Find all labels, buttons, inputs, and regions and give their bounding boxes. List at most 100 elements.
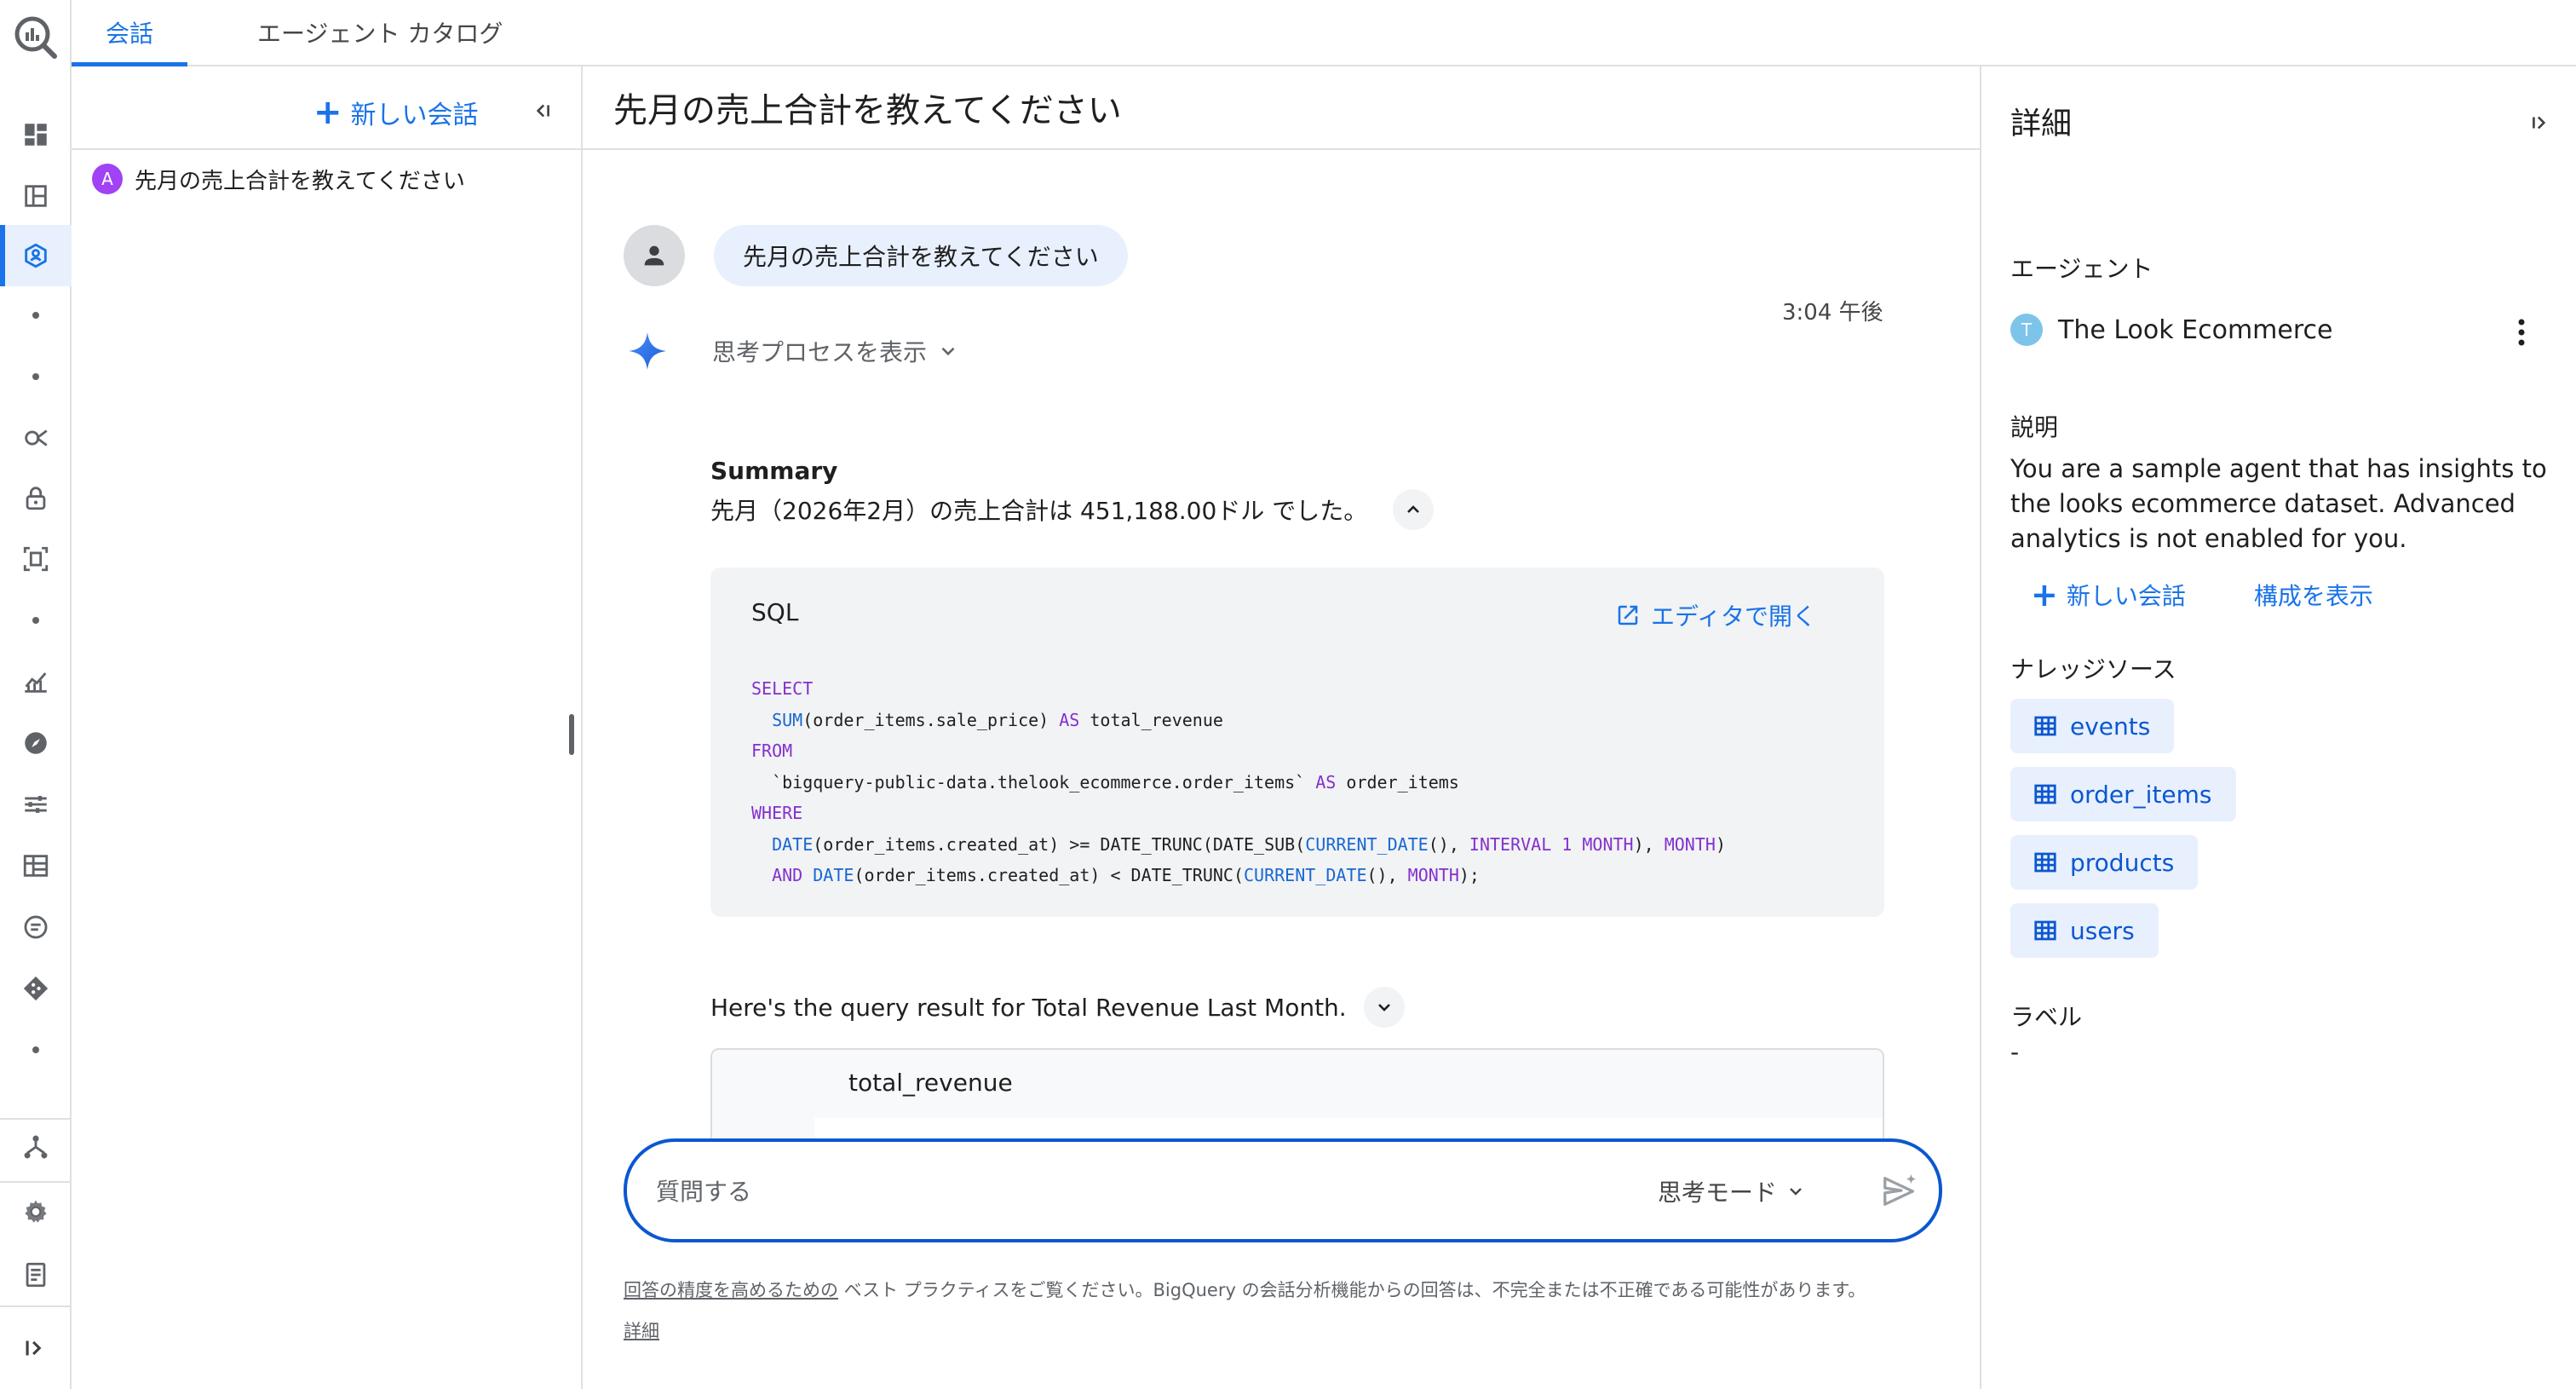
knowledge-source-name: order_items (2070, 780, 2212, 809)
table-icon[interactable] (0, 835, 72, 896)
conversation-list-panel: + 新しい会話 A 先月の売上合計を教えてください (72, 66, 583, 1389)
table-icon (2034, 852, 2056, 873)
disclaimer-text: ベスト プラクティスをご覧ください。BigQuery の会話分析機能からの回答は… (838, 1280, 1866, 1300)
conversation-title: 先月の売上合計を教えてください (135, 168, 465, 194)
collapse-left-icon (536, 104, 549, 118)
release-notes-icon[interactable] (0, 1244, 72, 1305)
summary-heading: Summary (710, 457, 838, 485)
show-thinking-label: 思考プロセスを表示 (712, 338, 928, 366)
user-message-bubble: 先月の売上合計を教えてください (714, 225, 1128, 286)
panel-resize-handle[interactable] (569, 714, 574, 755)
knowledge-source-chip[interactable]: events (2010, 699, 2175, 753)
chat-icon[interactable] (0, 896, 72, 958)
knowledge-sources-label: ナレッジソース (2010, 655, 2176, 683)
knowledge-source-chip[interactable]: order_items (2010, 767, 2236, 821)
agent-description: You are a sample agent that has insights… (2010, 454, 2547, 553)
plus-icon: + (2031, 576, 2058, 614)
labels-label: ラベル (2010, 1003, 2083, 1031)
top-tabs: 会話 エージェント カタログ (72, 0, 2576, 66)
knowledge-source-chip[interactable]: products (2010, 835, 2199, 890)
tab-agent-catalog[interactable]: エージェント カタログ (223, 0, 537, 65)
dot-icon[interactable] (0, 346, 72, 407)
page-title: 先月の売上合計を教えてください (613, 91, 1122, 130)
divider (72, 148, 581, 150)
new-conversation-label: 新しい会話 (350, 101, 479, 130)
conversation-list-item[interactable]: A 先月の売上合計を教えてください (92, 158, 465, 199)
labels-value: - (2010, 1038, 2020, 1066)
query-result-text: Here's the query result for Total Revenu… (710, 993, 1347, 1022)
thinking-mode-select[interactable]: 思考モード (1658, 1171, 1806, 1212)
column-header[interactable]: total_revenue (848, 1069, 1013, 1097)
open-in-editor-label: エディタで開く (1650, 602, 1816, 631)
knowledge-source-name: events (2070, 712, 2151, 741)
best-practices-link[interactable]: 回答の精度を高めるための (624, 1280, 838, 1300)
lock-icon[interactable] (0, 467, 72, 528)
thinking-mode-label: 思考モード (1658, 1179, 1778, 1207)
knowledge-source-chip[interactable]: users (2010, 903, 2159, 958)
message-timestamp: 3:04 午後 (1782, 300, 1883, 326)
table-icon (2034, 920, 2056, 941)
settings-icon[interactable] (0, 1181, 72, 1242)
compass-icon[interactable] (0, 712, 72, 774)
dot-icon[interactable] (0, 1019, 72, 1081)
chart-icon[interactable] (0, 651, 72, 712)
send-button[interactable] (1872, 1164, 1927, 1219)
more-vert-icon (2518, 319, 2525, 346)
dot-icon[interactable] (0, 590, 72, 651)
tab-label: 会話 (105, 20, 153, 48)
left-nav-rail (0, 0, 72, 1389)
description-label: 説明 (2010, 413, 2059, 441)
rail-divider (0, 1305, 72, 1307)
more-options-button[interactable] (2504, 312, 2539, 353)
expand-result-button[interactable] (1363, 987, 1405, 1028)
agent-name: The Look Ecommerce (2058, 314, 2333, 345)
app-window: 会話 エージェント カタログ + 新しい会話 A 先月の売上合計を教えてください… (0, 0, 2576, 1389)
agent-avatar: T (2010, 314, 2043, 346)
layout-icon[interactable] (0, 165, 72, 227)
agent-section-label: エージェント (2010, 255, 2153, 283)
plus-icon: + (313, 93, 342, 132)
search-analytics-icon[interactable] (0, 407, 72, 469)
agent-row[interactable]: T The Look Ecommerce (2010, 314, 2332, 346)
agent-response-header: 思考プロセスを表示 (624, 327, 959, 375)
person-icon (644, 245, 664, 266)
new-conversation-button[interactable]: + 新しい会話 (313, 87, 479, 138)
summary-row: 先月（2026年2月）の売上合計は 451,188.00ドル でした。 (710, 489, 1435, 530)
details-new-conversation-button[interactable]: + 新しい会話 (2031, 578, 2186, 612)
git-icon[interactable] (0, 958, 72, 1019)
chevron-down-icon (1377, 1004, 1390, 1011)
table-icon (2034, 716, 2056, 736)
query-result-row: Here's the query result for Total Revenu… (710, 987, 1405, 1028)
view-config-button[interactable]: 構成を表示 (2254, 578, 2373, 612)
sql-code-block[interactable]: SELECT SUM(order_items.sale_price) AS to… (751, 673, 1726, 891)
details-panel: 詳細 エージェント T The Look Ecommerce 説明 You ar… (1980, 66, 2576, 1389)
message-thread[interactable]: 先月の売上合計を教えてください 3:04 午後 思考プロセスを表示 Summar… (583, 150, 1980, 1184)
open-in-editor-link[interactable]: エディタで開く (1615, 598, 1816, 632)
bigquery-logo-icon[interactable] (10, 12, 61, 63)
collapse-details-button[interactable] (2523, 106, 2557, 140)
view-config-label: 構成を表示 (2253, 582, 2373, 610)
question-composer: 思考モード (624, 1138, 1942, 1242)
user-message-row: 先月の売上合計を教えてください (624, 225, 1128, 286)
details-new-conversation-label: 新しい会話 (2066, 582, 2186, 610)
details-actions: + 新しい会話 構成を表示 (2031, 578, 2373, 612)
show-thinking-toggle[interactable]: 思考プロセスを表示 (712, 334, 959, 368)
tab-conversations[interactable]: 会話 (72, 0, 187, 66)
agent-hub-icon[interactable] (0, 225, 72, 286)
hierarchy-icon[interactable] (0, 1116, 72, 1178)
conversation-header: 先月の売上合計を教えてください (583, 66, 1980, 150)
dashboard-icon[interactable] (0, 104, 72, 165)
learn-more-link[interactable]: 詳細 (624, 1321, 659, 1341)
chevron-down-icon (941, 347, 955, 356)
chevron-down-icon (1790, 1188, 1802, 1196)
collapse-summary-button[interactable] (1393, 489, 1435, 530)
question-input[interactable] (656, 1173, 1593, 1210)
collapse-panel-button[interactable] (523, 92, 561, 130)
scan-icon[interactable] (0, 528, 72, 590)
expand-icon[interactable] (0, 1317, 72, 1379)
dot-icon[interactable] (0, 285, 72, 346)
tune-icon[interactable] (0, 774, 72, 835)
table-icon (2034, 784, 2056, 804)
gemini-spark-icon (629, 332, 666, 370)
chevron-up-icon (1407, 505, 1420, 513)
